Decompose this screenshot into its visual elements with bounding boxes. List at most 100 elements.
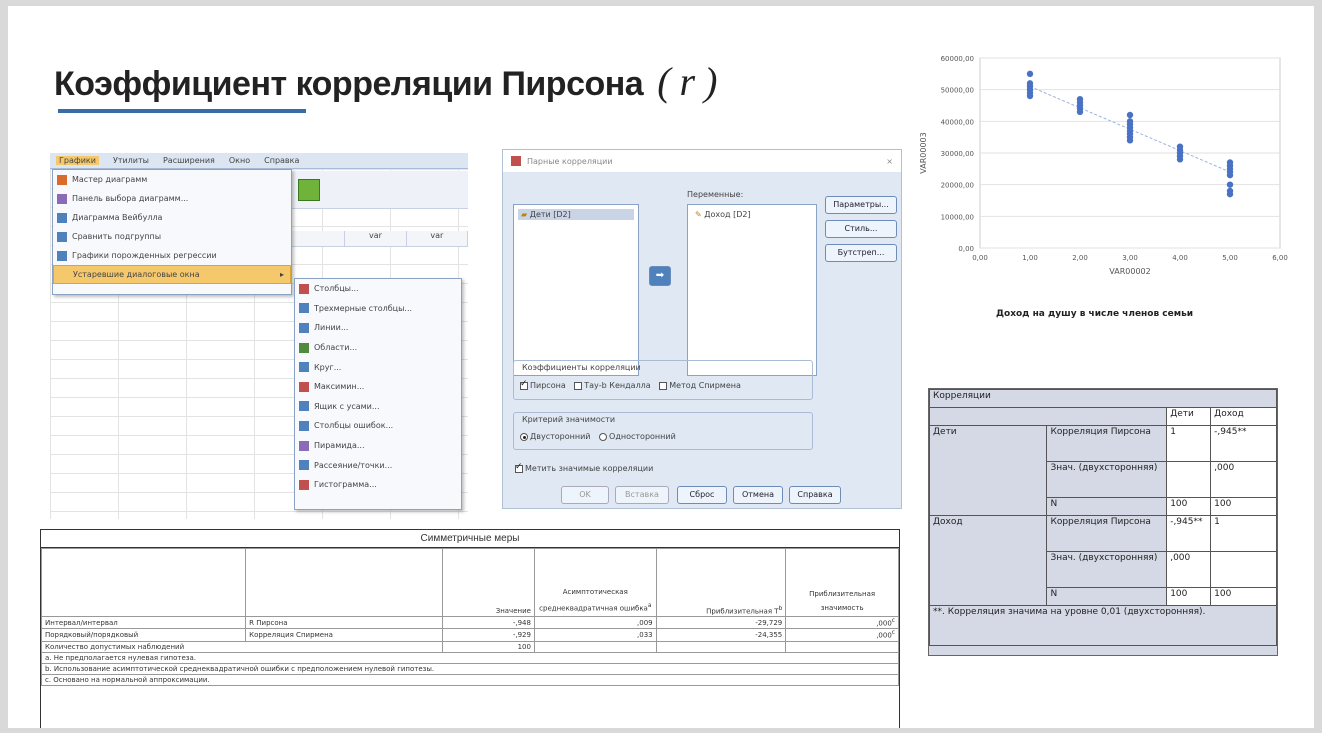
- header-approx-t: Приблизительная Тb: [655, 548, 787, 617]
- two-tailed-radio[interactable]: [520, 432, 528, 441]
- symmetric-cell: -,948: [442, 615, 535, 630]
- legacy-menu-item[interactable]: Трехмерные столбцы...: [295, 299, 461, 319]
- symmetric-note-row: c. Основано на нормальной аппроксимации.: [41, 673, 899, 686]
- compare-icon: [57, 231, 67, 242]
- x-tick-label: 0,00: [972, 254, 988, 262]
- corr-caption-row: Корреляции: [929, 389, 1277, 408]
- target-variable-item[interactable]: ✎ Доход [D2]: [692, 209, 812, 220]
- corr-footnote-row: **. Корреляция значима на уровне 0,01 (д…: [929, 605, 1277, 646]
- symmetric-cell: ,000c: [785, 628, 899, 642]
- corr-col-header: Дети: [1166, 407, 1212, 426]
- scatter-point: [1226, 181, 1234, 188]
- legacy-menu-item[interactable]: Столбцы ошибок...: [295, 416, 461, 436]
- corr-rows: Дети Корреляция Пирсона 1 -,945** Знач. (дву…: [928, 425, 1277, 606]
- highlow-icon: [299, 381, 309, 392]
- bivariate-correlations-dialog: Парные корреляции × ▰ Дети [D2] ➡ Переме…: [502, 149, 902, 509]
- legacy-menu-item-label: Максимин...: [314, 382, 365, 392]
- symmetric-cell: [655, 640, 787, 653]
- paste-button[interactable]: Вставка: [615, 486, 669, 504]
- target-variable-label: Доход [D2]: [704, 210, 751, 219]
- legacy-menu-item[interactable]: Круг...: [295, 357, 461, 377]
- graphs-menu-item[interactable]: Панель выбора диаграмм...: [53, 189, 291, 208]
- reset-button[interactable]: Сброс: [677, 486, 727, 504]
- legacy-menu-item[interactable]: Гистограмма...: [295, 475, 461, 495]
- corr-value: 1: [1166, 425, 1212, 462]
- symmetric-measures-table: Симметричные меры Значение Асимптотическ…: [40, 529, 900, 728]
- menu-utilities[interactable]: Утилиты: [113, 156, 149, 165]
- symmetric-cell: 100: [442, 640, 535, 653]
- legacy-menu-item[interactable]: Ящик с усами...: [295, 397, 461, 417]
- legacy-menu-item[interactable]: Рассеяние/точки...: [295, 455, 461, 475]
- one-tailed-radio[interactable]: [599, 432, 608, 441]
- graphs-menu-item[interactable]: Мастер диаграмм: [53, 170, 291, 189]
- move-right-button[interactable]: ➡: [649, 266, 671, 286]
- column-header: var: [345, 231, 407, 246]
- column-header: var: [407, 231, 468, 246]
- corr-caption: Корреляции: [929, 389, 1277, 408]
- legacy-menu-item[interactable]: Пирамида...: [295, 436, 461, 456]
- corr-value: 100: [1166, 587, 1212, 606]
- symmetric-cell: -29,729: [655, 615, 787, 630]
- scatter-point: [1126, 137, 1134, 144]
- kendall-checkbox[interactable]: [574, 381, 583, 390]
- scatter-point: [1226, 190, 1234, 198]
- close-icon[interactable]: ×: [886, 157, 893, 166]
- corr-value: 1: [1210, 515, 1277, 552]
- graphs-menu-item[interactable]: Диаграмма Вейбулла: [53, 208, 291, 227]
- pearson-r-symbol: ( r ): [657, 59, 717, 104]
- flag-significant-checkbox[interactable]: [515, 462, 523, 473]
- source-variable-list[interactable]: ▰ Дети [D2]: [513, 204, 639, 376]
- green-toolbar-icon[interactable]: [298, 179, 320, 201]
- legacy-menu-item-label: Столбцы ошибок...: [314, 421, 394, 431]
- source-variable-item[interactable]: ▰ Дети [D2]: [518, 209, 634, 220]
- ok-button[interactable]: OK: [561, 486, 609, 504]
- graphs-menu-item[interactable]: Сравнить подгруппы: [53, 227, 291, 246]
- bootstrap-button[interactable]: Бутстреп...: [825, 244, 897, 262]
- title-text: Коэффициент корреляции Пирсона: [54, 65, 644, 103]
- symmetric-cell: Интервал/интервал: [40, 615, 247, 630]
- corr-value: 100: [1210, 497, 1277, 516]
- flag-significant-option: Метить значимые корреляции: [515, 462, 653, 473]
- y-tick-label: 50000,00: [941, 87, 974, 95]
- graphs-menu-item[interactable]: Устаревшие диалоговые окна ▸: [53, 265, 291, 284]
- menu-help[interactable]: Справка: [264, 156, 299, 165]
- symmetric-header-row: Значение Асимптотическая среднеквадратич…: [40, 548, 899, 617]
- dialog-app-icon: [511, 156, 521, 166]
- help-button[interactable]: Справка: [789, 486, 841, 504]
- graphs-menu-item-label: Мастер диаграмм: [72, 175, 148, 184]
- symmetric-rows: Интервал/интервал R Пирсона -,948,009 -29,7…: [40, 615, 899, 686]
- dialog-titlebar: Парные корреляции ×: [503, 150, 901, 172]
- y-tick-label: 60000,00: [941, 55, 974, 63]
- legacy-menu-item[interactable]: Линии...: [295, 318, 461, 338]
- coefficients-group-label: Коэффициенты корреляции: [522, 363, 641, 372]
- y-axis-label: VAR00003: [919, 132, 928, 173]
- scatter-point: [1026, 70, 1034, 78]
- corr-value: [1210, 551, 1277, 588]
- cancel-button[interactable]: Отмена: [733, 486, 783, 504]
- legacy-menu-item[interactable]: Области...: [295, 338, 461, 358]
- menu-graphs[interactable]: Графики: [56, 156, 99, 165]
- legacy-menu-item[interactable]: Максимин...: [295, 377, 461, 397]
- target-variable-list[interactable]: ✎ Доход [D2]: [687, 204, 817, 376]
- submenu-arrow-icon: ▸: [279, 270, 284, 279]
- graphs-menu-item[interactable]: Графики порожденных регрессии: [53, 246, 291, 265]
- spearman-checkbox[interactable]: [659, 381, 668, 390]
- corr-stat-label: Корреляция Пирсона: [1046, 515, 1168, 552]
- x-tick-label: 1,00: [1022, 254, 1038, 262]
- coefficients-group: Коэффициенты корреляции Пирсона Тау-b Ке…: [513, 360, 813, 400]
- symmetric-table-caption: Симметричные меры: [41, 530, 899, 548]
- menu-window[interactable]: Окно: [229, 156, 250, 165]
- variables-label: Переменные:: [687, 190, 744, 199]
- symmetric-table-body: Значение Асимптотическая среднеквадратич…: [40, 548, 899, 686]
- correlations-table-body: Корреляции Дети Доход Дети Корреляция Пир…: [928, 389, 1277, 646]
- pearson-checkbox[interactable]: [520, 379, 528, 390]
- significance-group-label: Критерий значимости: [522, 415, 616, 424]
- column-headers: var var: [284, 231, 468, 247]
- legacy-menu-item[interactable]: Столбцы...: [295, 279, 461, 299]
- symmetric-cell: ,000c: [785, 615, 899, 630]
- options-button[interactable]: Параметры...: [825, 196, 897, 214]
- blank-icon: [58, 270, 68, 280]
- menu-extensions[interactable]: Расширения: [163, 156, 215, 165]
- style-button[interactable]: Стиль...: [825, 220, 897, 238]
- symmetric-cell: -,929: [442, 628, 535, 642]
